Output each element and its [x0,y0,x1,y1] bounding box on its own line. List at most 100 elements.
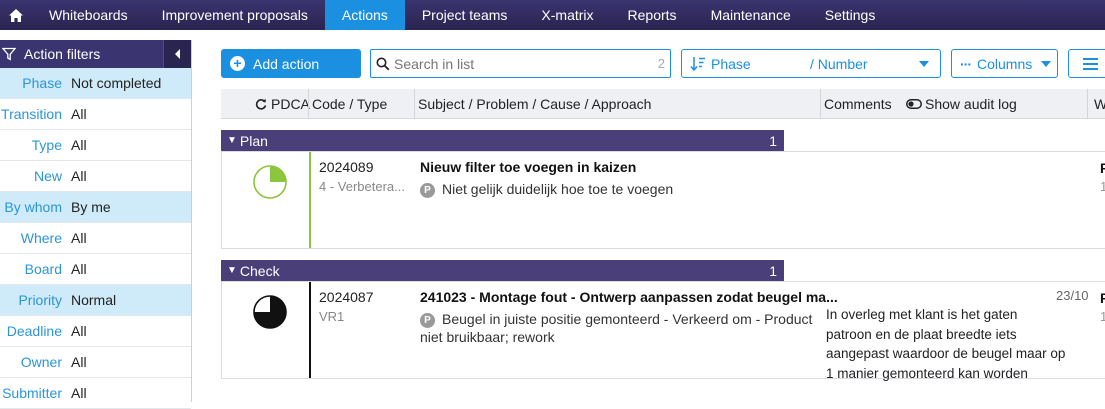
filter-label: Owner [20,354,62,370]
filter-where[interactable]: Where All [0,223,191,254]
caret-down-icon: ▼ [227,135,237,146]
filter-board[interactable]: Board All [0,254,191,285]
action-subject: 241023 - Montage fout - Ontwerp aanpasse… [420,289,838,305]
filter-submitter[interactable]: Submitter All [0,378,191,409]
table-row[interactable]: 2024089 4 - Verbetera... Nieuw filter to… [221,151,1105,249]
filter-label: Type [31,137,62,153]
column-divider [820,89,821,119]
filter-list: Phase Not completed Transition All Type All Ne… [0,68,191,409]
pdca-cell [222,152,310,248]
nav-whiteboards[interactable]: Whiteboards [32,0,145,30]
group-name: Plan [239,132,268,149]
chevron-down-icon [1041,60,1051,67]
problem-badge: P [420,313,435,328]
action-code: 2024087 [319,289,374,305]
filter-deadline[interactable]: Deadline All [0,316,191,347]
toggle-icon [906,99,922,109]
show-audit-log-label: Show audit log [925,96,1017,112]
nav-reports[interactable]: Reports [611,0,694,30]
header-code-type[interactable]: Code / Type [312,89,387,119]
column-divider [308,89,309,119]
filter-label: By whom [4,199,62,215]
home-icon[interactable] [0,0,32,30]
column-divider [1087,89,1088,119]
action-type: VR1 [319,309,345,324]
sort-field: Phase [711,55,751,72]
filter-priority[interactable]: Priority Normal [0,285,191,316]
action-type: 4 - Verbetera... [319,179,405,194]
header-truncated[interactable]: W [1094,89,1105,119]
header-subject[interactable]: Subject / Problem / Cause / Approach [418,89,651,119]
phase-color-line [309,152,311,248]
table-row[interactable]: 2024087 VR1 241023 - Montage fout - Ontw… [221,281,1105,381]
action-comment: In overleg met klant is het gaten patroo… [826,307,1066,381]
list-menu-button[interactable] [1068,49,1105,78]
filter-value: All [71,323,87,339]
filter-value: All [71,230,87,246]
filter-value: All [71,137,87,153]
phase-color-line [309,282,311,378]
nav-x-matrix[interactable]: X-matrix [524,0,610,30]
truncated-cell-secondary: 1 [1100,179,1105,194]
filter-value: All [71,354,87,370]
add-action-label: Add action [253,55,320,72]
sort-secondary: / Number [810,55,868,72]
filter-type[interactable]: Type All [0,130,191,161]
sort-dropdown[interactable]: Phase / Number [681,49,941,78]
group-header-plan[interactable]: ▼ Plan 1 [221,130,784,151]
nav-improvement-proposals[interactable]: Improvement proposals [145,0,325,30]
search-input[interactable] [394,55,644,72]
nav-project-teams[interactable]: Project teams [405,0,525,30]
truncated-cell-primary: F [1100,290,1105,306]
pdca-phase-icon [253,165,287,199]
filter-by-whom[interactable]: By whom By me [0,192,191,223]
problem-text: Beugel in juiste positie gemonteerd - Ve… [420,311,813,345]
filter-phase[interactable]: Phase Not completed [0,68,191,99]
filter-label: Deadline [6,323,62,339]
filter-panel-header: Action filters [0,40,191,68]
search-icon [376,57,390,70]
refresh-icon[interactable] [255,98,267,110]
group-header-check[interactable]: ▼ Check 1 [221,260,784,281]
problem-text: Niet gelijk duidelijk hoe toe te voegen [442,181,674,197]
truncated-cell-primary: F [1100,160,1105,176]
action-problem: P Beugel in juiste positie gemonteerd - V… [420,310,815,346]
filter-value: All [71,261,87,277]
filter-label: Transition [1,106,62,122]
filter-label: Priority [18,292,62,308]
filter-value: All [71,385,87,401]
pdca-cell [222,282,310,378]
header-comments[interactable]: Comments [824,89,892,119]
nav-maintenance[interactable]: Maintenance [694,0,808,30]
filter-label: New [33,168,62,184]
columns-label: Columns [977,55,1033,72]
top-navigation: Whiteboards Improvement proposals Action… [0,0,1105,30]
search-result-count: 2 [657,56,665,71]
filter-label: Where [20,230,62,246]
more-dots-icon: ··· [960,55,972,72]
group-count: 1 [769,132,777,149]
action-code: 2024089 [319,159,374,175]
filter-new[interactable]: New All [0,161,191,192]
header-pdca[interactable]: PDCA [271,89,310,119]
filter-value: By me [71,199,111,215]
nav-settings[interactable]: Settings [808,0,893,30]
filter-owner[interactable]: Owner All [0,347,191,378]
columns-dropdown[interactable]: ··· Columns [951,49,1058,78]
search-box: 2 [370,49,671,78]
filter-icon [2,47,16,61]
sort-icon [690,57,705,71]
filter-transition[interactable]: Transition All [0,99,191,130]
nav-actions[interactable]: Actions [324,0,405,30]
filter-value: All [71,168,87,184]
action-filters-panel: Action filters Phase Not completed Transit… [0,40,192,409]
caret-down-icon: ▼ [227,265,237,276]
group-count: 1 [769,262,777,279]
column-divider [414,89,415,119]
problem-badge: P [420,183,435,198]
filter-label: Submitter [2,385,62,401]
collapse-sidebar-button[interactable] [163,40,191,68]
add-action-button[interactable]: + Add action [221,49,361,78]
show-audit-log-toggle[interactable]: Show audit log [906,89,1017,119]
action-problem: P Niet gelijk duidelijk hoe toe te voegen [420,180,673,198]
